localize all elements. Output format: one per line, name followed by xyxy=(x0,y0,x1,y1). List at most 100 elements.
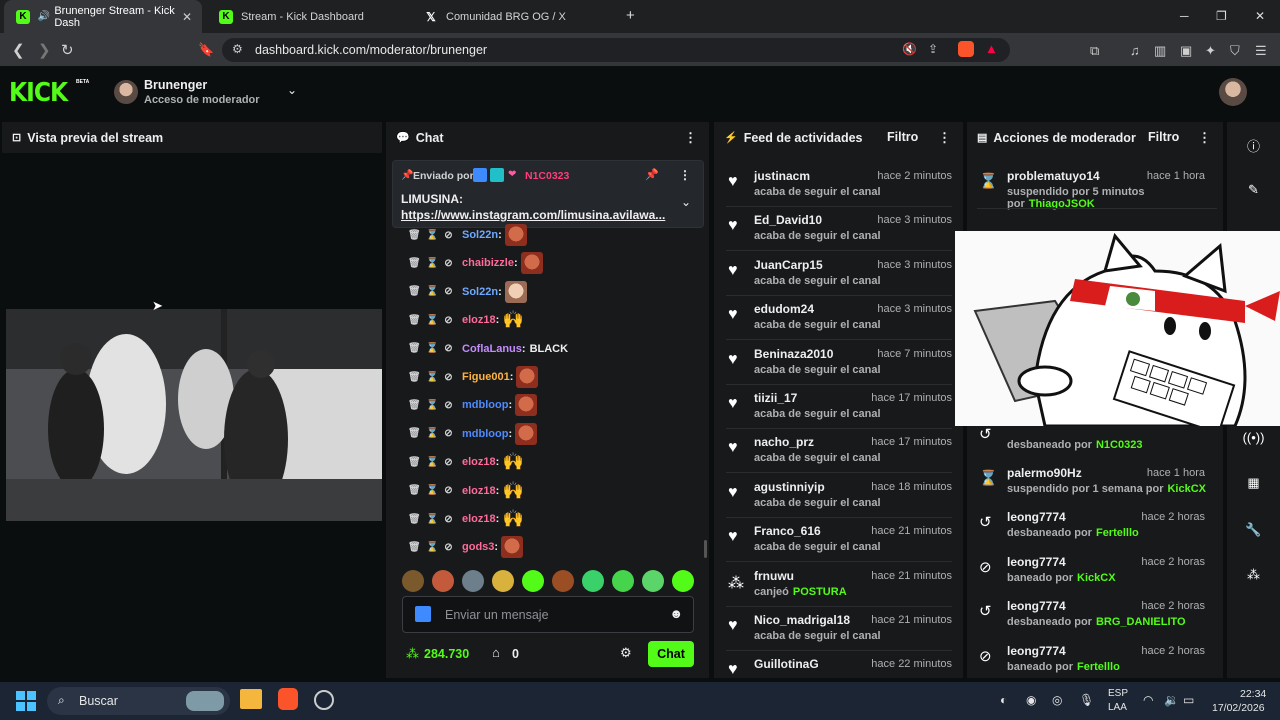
emote-icon[interactable] xyxy=(492,570,514,592)
timeout-icon[interactable]: ⌛ xyxy=(426,542,438,553)
share-icon[interactable]: ⇪ xyxy=(928,42,938,56)
ban-icon[interactable]: ⊘ xyxy=(444,428,453,439)
activity-item[interactable]: ♥ justinacm hace 2 minutos acaba de seguir … xyxy=(726,163,952,207)
emote-icon[interactable] xyxy=(552,570,574,592)
ban-icon[interactable]: ⊘ xyxy=(444,400,453,411)
mod-action-item[interactable]: ⊘ leong7774 hace 2 horas baneado por Fertell… xyxy=(977,638,1217,678)
timeout-icon[interactable]: ⌛ xyxy=(426,372,438,383)
pinned-menu-icon[interactable]: ⋮ xyxy=(679,168,691,182)
activity-item[interactable]: ♥ nacho_prz hace 17 minutos acaba de seguir… xyxy=(726,429,952,474)
activity-menu-icon[interactable]: ⋮ xyxy=(938,130,951,146)
mod-target-user[interactable]: leong7774 xyxy=(1007,644,1066,658)
activity-item[interactable]: ♥ edudom24 hace 3 minutos acaba de seguir e… xyxy=(726,296,952,341)
activity-item[interactable]: ♥ tiizii_17 hace 17 minutos acaba de seguir… xyxy=(726,385,952,429)
chat-username[interactable]: eloz18 xyxy=(462,485,496,497)
modactions-menu-icon[interactable]: ⋮ xyxy=(1198,130,1211,146)
ban-icon[interactable]: ⊘ xyxy=(444,258,453,269)
tab-brunenger-stream[interactable]: K 🔊 Brunenger Stream - Kick Dash ✕ xyxy=(4,0,202,33)
activity-user[interactable]: Beninaza2010 xyxy=(754,347,833,361)
ban-icon[interactable]: ⊘ xyxy=(444,343,453,354)
mute-icon[interactable]: 🔇 xyxy=(902,42,917,56)
chevron-down-icon[interactable]: ⌄ xyxy=(287,83,297,97)
brave-icon[interactable] xyxy=(278,688,298,710)
chat-scrollbar[interactable] xyxy=(704,540,707,558)
timeout-icon[interactable]: ⌛ xyxy=(426,457,438,468)
activity-user[interactable]: Franco_616 xyxy=(754,524,821,538)
emote-icon[interactable] xyxy=(462,570,484,592)
activity-user[interactable]: GuillotinaG xyxy=(754,657,819,671)
ban-icon[interactable]: ⊘ xyxy=(444,457,453,468)
emote-icon[interactable] xyxy=(432,570,454,592)
site-settings-icon[interactable]: ⚙ xyxy=(232,42,243,56)
tab-comunidad-x[interactable]: 𝕏 Comunidad BRG OG / X xyxy=(412,0,612,33)
emote-icon[interactable] xyxy=(402,570,424,592)
language-code[interactable]: ESP xyxy=(1108,688,1128,699)
back-icon[interactable]: ❮ xyxy=(12,41,25,59)
pinned-link[interactable]: https://www.instagram.com/limusina.avila… xyxy=(401,208,665,222)
chat-message[interactable]: 🗑 ⌛ ⊘ eloz18: 🙌 xyxy=(408,308,524,332)
chat-message[interactable]: 🗑 ⌛ ⊘ eloz18: 🙌 xyxy=(408,479,524,503)
timeout-icon[interactable]: ⌛ xyxy=(426,428,438,439)
maximize-icon[interactable]: ❐ xyxy=(1216,9,1227,23)
delete-icon[interactable]: 🗑 xyxy=(408,372,421,383)
chat-username[interactable]: eloz18 xyxy=(462,456,496,468)
moderator-name[interactable]: KickCX xyxy=(1167,483,1206,495)
chat-username[interactable]: CoflaLanus xyxy=(462,343,522,355)
user-avatar[interactable] xyxy=(1219,78,1247,106)
leo-ai-icon[interactable]: ✦ xyxy=(1205,43,1216,59)
chat-username[interactable]: eloz18 xyxy=(462,513,496,525)
activity-user[interactable]: JuanCarp15 xyxy=(754,258,823,272)
moderator-name[interactable]: N1C0323 xyxy=(1096,439,1142,451)
kick-logo[interactable]: KICK xyxy=(9,78,68,108)
chat-message[interactable]: 🗑 ⌛ ⊘ eloz18: 🙌 xyxy=(408,507,524,531)
timeout-icon[interactable]: ⌛ xyxy=(426,258,438,269)
delete-icon[interactable]: 🗑 xyxy=(408,514,421,525)
delete-icon[interactable]: 🗑 xyxy=(408,343,421,354)
delete-icon[interactable]: 🗑 xyxy=(408,258,421,269)
chat-username[interactable]: gods3 xyxy=(462,541,494,553)
mod-target-user[interactable]: leong7774 xyxy=(1007,510,1066,524)
stream-video[interactable] xyxy=(6,309,382,521)
activity-item[interactable]: ♥ Beninaza2010 hace 7 minutos acaba de segu… xyxy=(726,341,952,385)
battery-icon[interactable]: ▭ xyxy=(1183,693,1194,707)
chat-message[interactable]: 🗑 ⌛ ⊘ CoflaLanus: BLACK xyxy=(408,337,568,361)
mod-action-item[interactable]: ↺ leong7774 hace 2 horas desbaneado por Fert… xyxy=(977,504,1217,548)
url-field[interactable]: ⚙ dashboard.kick.com/moderator/brunenger… xyxy=(222,38,1010,62)
menu-icon[interactable]: ☰ xyxy=(1255,43,1267,59)
windows-start-icon[interactable] xyxy=(16,691,36,711)
delete-icon[interactable]: 🗑 xyxy=(408,542,421,553)
timeout-icon[interactable]: ⌛ xyxy=(426,485,438,496)
taskbar-search[interactable]: ⌕ Buscar xyxy=(47,687,230,715)
timeout-icon[interactable]: ⌛ xyxy=(426,343,438,354)
chat-username[interactable]: Sol22n xyxy=(462,286,498,298)
chat-username[interactable]: mdbloop xyxy=(462,428,508,440)
tab-stream-dashboard[interactable]: K Stream - Kick Dashboard xyxy=(207,0,405,33)
edge-tray-icon[interactable]: ◐ xyxy=(1000,693,1007,707)
timeout-icon[interactable]: ⌛ xyxy=(426,400,438,411)
tray-app-icon[interactable]: ◎ xyxy=(1052,693,1062,707)
ban-icon[interactable]: ⊘ xyxy=(444,372,453,383)
points-rail-icon[interactable]: ⁂ xyxy=(1227,567,1280,583)
clock-time[interactable]: 22:34 xyxy=(1240,688,1266,700)
delete-icon[interactable]: 🗑 xyxy=(408,315,421,326)
moderator-name[interactable]: Fertelllo xyxy=(1096,527,1139,539)
chevron-down-icon[interactable]: ⌄ xyxy=(681,195,691,209)
delete-icon[interactable]: 🗑 xyxy=(408,400,421,411)
activity-user[interactable]: tiizii_17 xyxy=(754,391,797,405)
mod-action-item[interactable]: ⌛ palermo90Hz hace 1 hora suspendido por 1 … xyxy=(977,460,1217,504)
mod-action-item[interactable]: ↺ leong7774 hace 2 horas desbaneado por BRG_… xyxy=(977,593,1217,637)
brave-shields-icon[interactable] xyxy=(958,41,974,57)
points-value[interactable]: 284.730 xyxy=(424,647,469,661)
volume-icon[interactable]: 🔉 xyxy=(1164,693,1179,707)
chat-message[interactable]: 🗑 ⌛ ⊘ Figue001: xyxy=(408,365,539,389)
mod-action-item[interactable]: ⌛ problematuyo14 hace 1 hora suspendido por… xyxy=(977,163,1217,210)
new-tab-icon[interactable]: + xyxy=(626,7,635,24)
mod-target-user[interactable]: leong7774 xyxy=(1007,555,1066,569)
bookmark-icon[interactable]: 🔖 xyxy=(198,42,214,58)
activity-item[interactable]: ♥ Nico_madrigal18 hace 21 minutos acaba de … xyxy=(726,607,952,651)
wallet-icon[interactable]: ▣ xyxy=(1180,43,1192,59)
activity-user[interactable]: nacho_prz xyxy=(754,435,814,449)
chat-username[interactable]: chaibizzle xyxy=(462,257,514,269)
timeout-icon[interactable]: ⌛ xyxy=(426,230,438,241)
pinned-message[interactable]: 📌 Enviado por ❤ N1C0323 📌 ⋮ LIMUSINA: ht… xyxy=(392,160,704,228)
